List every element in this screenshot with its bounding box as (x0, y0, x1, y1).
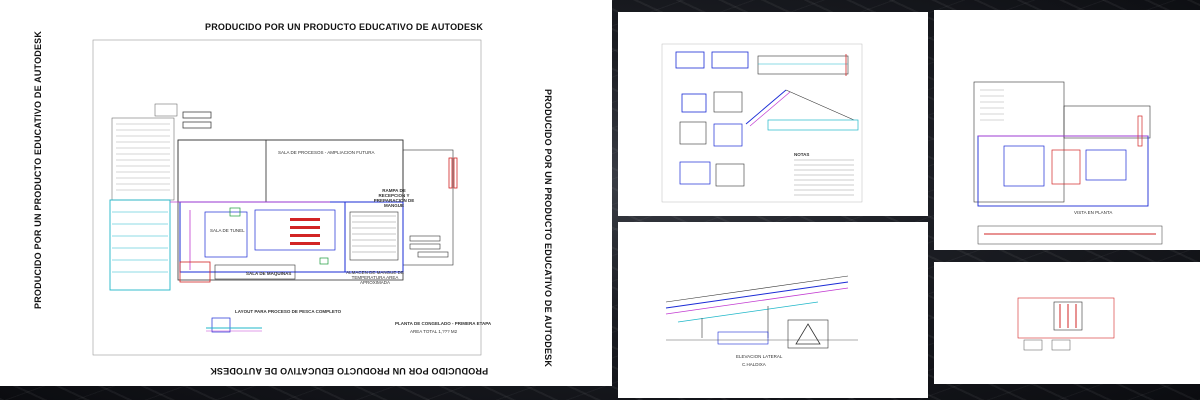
detail-sheet-machine-room[interactable] (934, 262, 1200, 384)
equipment-details-drawing (661, 43, 863, 203)
title-block-line1: PLANTA DE CONGELADO - PRIMERA ETAPA (395, 321, 492, 326)
watermark-left: PRODUCIDO POR UN PRODUCTO EDUCATIVO DE A… (33, 30, 43, 309)
notes-label: NOTAS (794, 152, 810, 157)
plan-view-drawing (973, 81, 1163, 245)
room-recepcion-label: RAMPA DE RECEPCION Y PREPARACION DE MANG… (373, 188, 415, 208)
watermark-top: PRODUCIDO POR UN PRODUCTO EDUCATIVO DE A… (205, 22, 484, 32)
room-almacen-label: ALMACEN DE MANGUE DE TEMPERATURA AREA AP… (346, 270, 404, 285)
room-tunnel-label: SALA DE TUNEL (210, 228, 245, 233)
floor-plan-drawing (92, 39, 482, 356)
elevation-sublabel: C.HALDIXA (742, 362, 766, 367)
machine-room-drawing (1017, 297, 1115, 351)
detail-sheet-plan[interactable]: VISTA EN PLANTA (934, 10, 1200, 250)
title-block-line2: AREA TOTAL 1,??? M2 (410, 329, 458, 334)
main-drawing-sheet[interactable]: PRODUCIDO POR UN PRODUCTO EDUCATIVO DE A… (0, 0, 612, 386)
room-maquinas-label: SALA DE MAQUINAS (246, 271, 292, 276)
watermark-right: PRODUCIDO POR UN PRODUCTO EDUCATIVO DE A… (543, 89, 553, 368)
detail-sheet-equipment[interactable]: NOTAS (618, 12, 928, 216)
room-future-label: SALA DE PROCESOS - AMPLIACION FUTURA (278, 150, 375, 155)
detail-sheet-elevation[interactable]: ELEVACION LATERAL C.HALDIXA (618, 222, 928, 398)
side-elevation-drawing (665, 275, 858, 349)
watermark-bottom: PRODUCIDO POR UN PRODUCTO EDUCATIVO DE A… (210, 366, 489, 376)
elevation-label: ELEVACION LATERAL (736, 354, 783, 359)
layout-caption: LAYOUT PARA PROCESO DE PESCA COMPLETO (235, 309, 342, 314)
plan-view-label: VISTA EN PLANTA (1074, 210, 1113, 215)
